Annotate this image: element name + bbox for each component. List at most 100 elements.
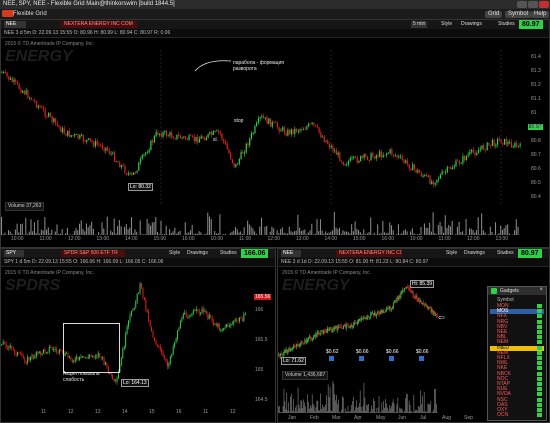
drawings-button[interactable]: Drawings — [464, 250, 485, 257]
nee-daily-candle — [385, 311, 387, 313]
dividend-marker-icon[interactable] — [419, 356, 424, 361]
main-volume-bar — [366, 233, 368, 235]
main-price-candle — [74, 134, 76, 136]
nee-volume-bar — [407, 411, 409, 413]
main-price-candle — [314, 125, 317, 126]
main-volume-bar — [271, 226, 273, 235]
spy-price-candle — [30, 356, 32, 361]
nee-daily-candle — [381, 309, 383, 313]
maximize-button[interactable] — [528, 1, 538, 8]
dividend-marker-icon[interactable] — [389, 356, 394, 361]
menu-help[interactable]: Help — [531, 11, 550, 18]
spy-price-candle — [45, 352, 47, 354]
main-volume-bar — [482, 230, 484, 235]
dividend-marker-icon[interactable] — [359, 356, 364, 361]
main-volume-bar — [254, 231, 256, 235]
nee-daily-candle — [355, 321, 357, 323]
nee-volume-bar — [291, 393, 292, 413]
main-volume-bar — [505, 225, 507, 235]
main-volume-bar — [40, 229, 42, 235]
main-volume-bar — [441, 226, 443, 235]
nee-volume-bar — [333, 383, 335, 413]
main-volume-bar — [261, 217, 263, 235]
main-price-candle — [129, 172, 131, 174]
nee-volume-bar — [386, 403, 387, 413]
close-icon[interactable]: × — [539, 287, 543, 293]
main-price-candle — [132, 172, 135, 175]
main-price-candle — [18, 83, 20, 89]
main-price-candle — [230, 153, 232, 160]
main-volume-bar — [196, 233, 198, 235]
main-price-candle — [157, 132, 159, 135]
nee-daily-candle — [419, 299, 421, 302]
studies-button[interactable]: Studies — [220, 250, 237, 257]
main-price-candle — [339, 152, 341, 162]
nee-daily-candle — [424, 304, 426, 306]
main-volume-bar — [437, 224, 439, 235]
symbol-field[interactable]: SPY — [4, 250, 24, 257]
spy-price-candle — [14, 349, 16, 354]
style-button[interactable]: Style — [441, 21, 452, 28]
nee-daily-candle — [406, 286, 407, 289]
spy-price-candle — [24, 358, 26, 362]
watchlist-row[interactable]: OCN — [490, 413, 544, 418]
close-button[interactable] — [539, 1, 549, 8]
nee-volume-bar — [395, 412, 397, 413]
nee-volume-bar — [317, 400, 319, 413]
symbol-field[interactable]: NEE — [281, 250, 301, 257]
main-price-candle — [84, 141, 86, 143]
watchlist-title: Gadgets — [500, 288, 519, 294]
main-volume-bar — [458, 221, 460, 235]
nee-volume-bar — [361, 411, 363, 413]
main-volume-bar — [259, 226, 261, 235]
spy-price-candle — [11, 345, 13, 348]
spy-chart-panel: SPY SPDR S&P 500 ETF TR Style Drawings S… — [0, 248, 276, 423]
main-price-candle — [441, 171, 443, 175]
menu-grid[interactable]: Grid — [485, 11, 503, 18]
nee-volume-bar — [420, 390, 421, 413]
main-volume-bar — [413, 233, 415, 235]
main-volume-bar — [415, 234, 417, 235]
main-price-candle — [439, 174, 442, 179]
main-price-chart[interactable] — [1, 50, 527, 205]
studies-button[interactable]: Studies — [497, 250, 514, 257]
main-price-candle — [269, 118, 272, 127]
menu-symbol[interactable]: Symbol — [505, 11, 532, 18]
style-button[interactable]: Style — [446, 250, 457, 257]
spy-price-chart[interactable] — [1, 279, 251, 409]
main-price-candle — [162, 132, 164, 137]
main-volume-bar — [39, 233, 41, 235]
nee-daily-candle — [313, 336, 315, 338]
time-tick: 13:00 — [296, 236, 309, 242]
main-price-candle — [368, 159, 370, 161]
main-price-candle — [264, 117, 266, 119]
style-button[interactable]: Style — [169, 250, 180, 257]
spy-price-candle — [38, 351, 40, 354]
nee-daily-candle — [296, 344, 298, 345]
main-volume-bar — [429, 222, 431, 235]
drawings-button[interactable]: Drawings — [461, 21, 482, 28]
main-volume-bar — [396, 234, 398, 235]
main-price-candle — [214, 131, 216, 132]
main-price-candle — [112, 152, 114, 154]
symbol-field[interactable]: NEE — [4, 21, 26, 28]
nee-daily-chart[interactable] — [278, 279, 488, 369]
minimize-button[interactable] — [517, 1, 527, 8]
dividend-marker-icon[interactable] — [329, 356, 334, 361]
nee-volume-bar — [293, 399, 294, 413]
nee-volume-bar — [389, 405, 390, 413]
price-tick: 80.9 — [531, 124, 541, 130]
studies-button[interactable]: Studies — [498, 21, 515, 28]
period-selector[interactable]: 5 min — [411, 21, 428, 28]
main-price-candle — [323, 136, 325, 142]
nee-volume-bar — [392, 399, 394, 413]
main-price-candle — [458, 161, 461, 164]
nee-daily-candle — [357, 322, 358, 324]
main-price-candle — [282, 127, 284, 131]
main-price-candle — [486, 142, 488, 151]
flexible-grid-label[interactable]: Flexible Grid — [10, 11, 50, 18]
nee-daily-candle — [316, 332, 318, 337]
nee-daily-candle — [383, 310, 385, 313]
drawings-button[interactable]: Drawings — [187, 250, 208, 257]
main-volume-bar — [382, 220, 384, 235]
